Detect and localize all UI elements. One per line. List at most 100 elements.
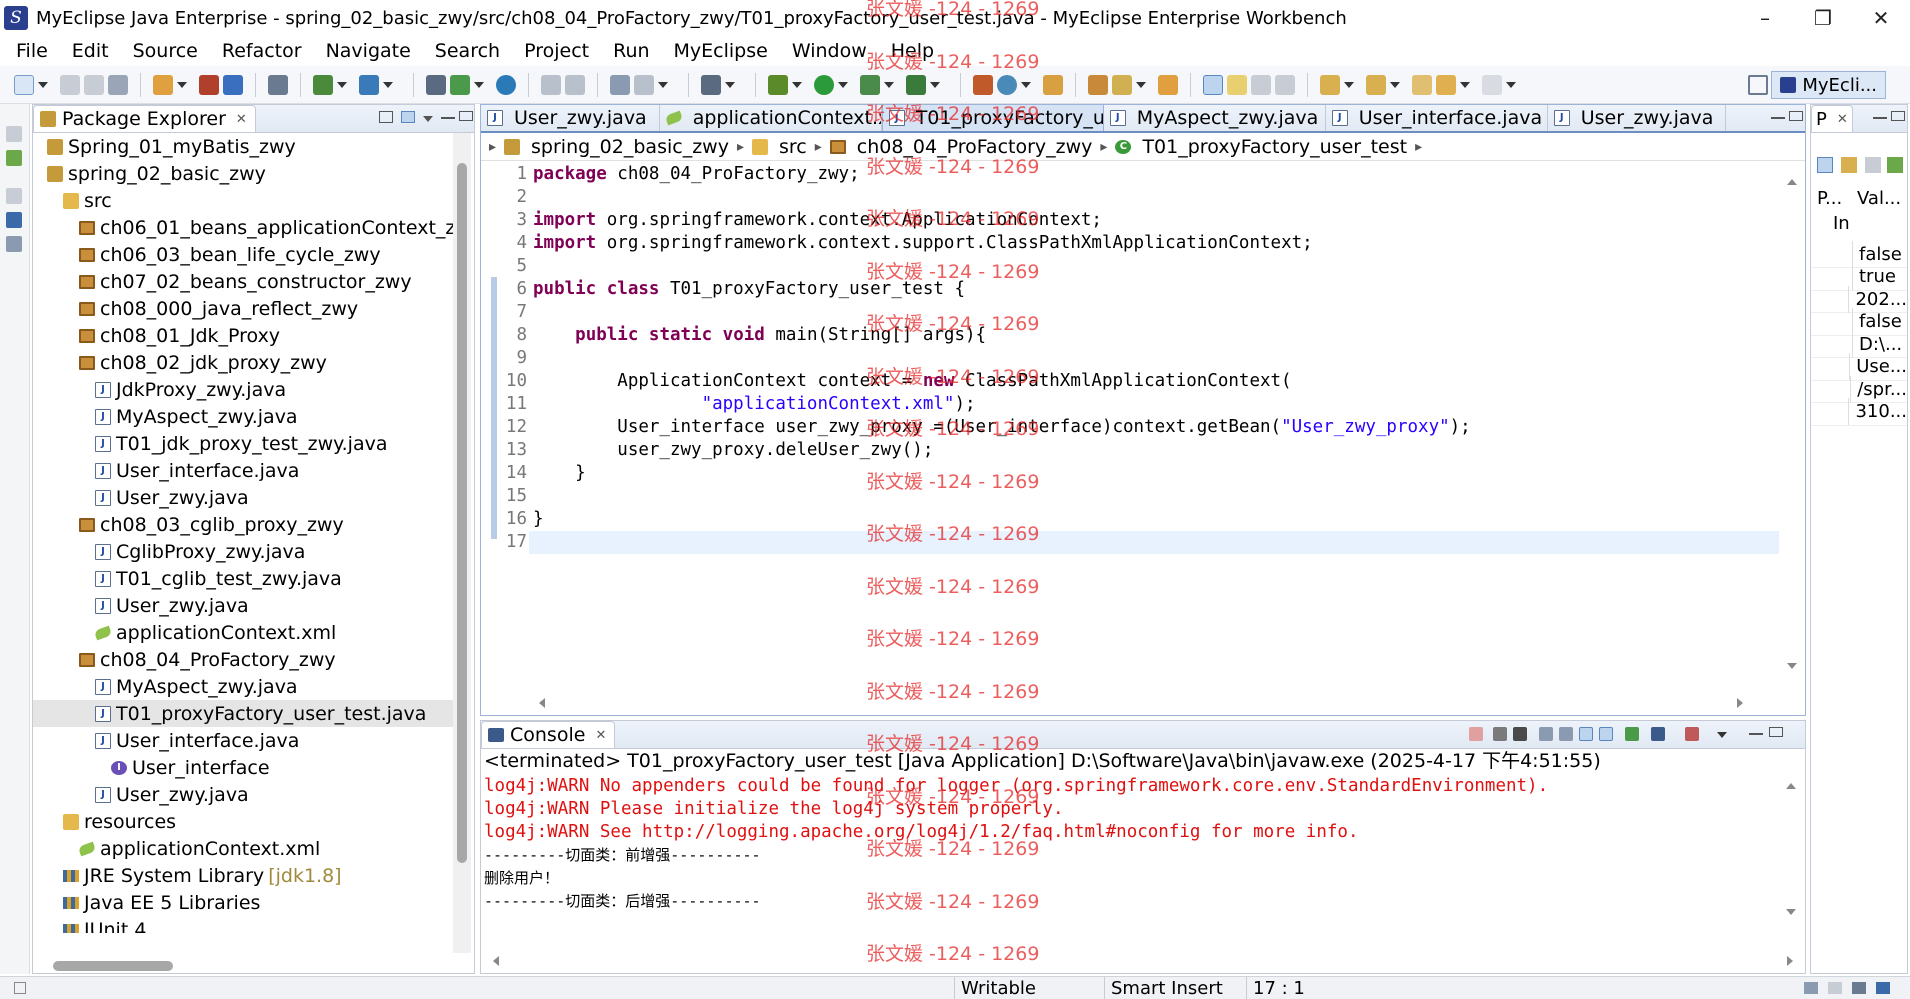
tree-item[interactable]: ch08_04_ProFactory_zwy bbox=[33, 646, 453, 673]
close-window-button[interactable]: ✕ bbox=[1852, 0, 1910, 36]
code-line[interactable]: public static void main(String[] args){ bbox=[529, 324, 1779, 347]
breadcrumb-item[interactable]: ch08_04_ProFactory_zwy bbox=[857, 136, 1093, 158]
editor-tab[interactable]: JT01_proxyFactory_user_✕ bbox=[881, 105, 1104, 131]
editor-horizontal-scrollbar[interactable] bbox=[531, 695, 1751, 711]
tree-item[interactable]: applicationContext.xml bbox=[33, 835, 453, 862]
show-on-stderr-icon[interactable] bbox=[1599, 727, 1613, 741]
tree-item[interactable]: Java EE 5 Libraries bbox=[33, 889, 453, 916]
collapse-all-icon[interactable] bbox=[379, 111, 393, 123]
clean-icon[interactable] bbox=[634, 74, 654, 95]
minimize-editor-icon[interactable] bbox=[1771, 111, 1785, 119]
tree-item[interactable]: J JdkProxy_zwy.java bbox=[33, 376, 453, 403]
minimize-console-icon[interactable] bbox=[1749, 727, 1763, 735]
editor-tab[interactable]: J User_interface.java bbox=[1326, 105, 1548, 131]
outline-icon[interactable] bbox=[6, 212, 22, 228]
code-line[interactable] bbox=[529, 531, 1779, 554]
debug-icon[interactable] bbox=[768, 74, 788, 95]
breadcrumb-item[interactable]: src bbox=[779, 136, 807, 158]
block-select-icon[interactable] bbox=[1251, 74, 1271, 95]
scroll-lock-icon[interactable] bbox=[1559, 727, 1573, 741]
task-list-icon[interactable] bbox=[6, 236, 22, 252]
package-tree-hscrollbar[interactable] bbox=[53, 961, 173, 971]
maximize-view-icon[interactable] bbox=[459, 111, 473, 121]
last-edit-icon[interactable] bbox=[1412, 74, 1432, 95]
tab-console[interactable]: Console ✕ bbox=[481, 721, 616, 748]
console-output[interactable]: log4j:WARN No appenders could be found f… bbox=[481, 775, 1777, 913]
close-icon[interactable]: ✕ bbox=[1837, 112, 1848, 127]
code-line[interactable]: User_interface user_zwy_proxy =(User_int… bbox=[529, 416, 1779, 439]
tree-item[interactable]: spring_02_basic_zwy bbox=[33, 160, 453, 187]
tray-icon[interactable] bbox=[1852, 982, 1866, 994]
code-line[interactable]: package ch08_04_ProFactory_zwy; bbox=[529, 163, 1779, 186]
deploy-dropdown-icon[interactable] bbox=[337, 81, 347, 88]
editor-vertical-scrollbar[interactable] bbox=[1779, 163, 1805, 683]
pen-icon[interactable] bbox=[1112, 74, 1132, 95]
menu-edit[interactable]: Edit bbox=[60, 40, 121, 62]
show-on-stdout-icon[interactable] bbox=[1579, 727, 1593, 741]
build-icon[interactable] bbox=[610, 74, 630, 95]
tree-item[interactable]: J T01_jdk_proxy_test_zwy.java bbox=[33, 430, 453, 457]
tab-package-explorer[interactable]: Package Explorer ✕ bbox=[33, 105, 256, 132]
tab-properties[interactable]: P ✕ bbox=[1811, 105, 1853, 132]
menu-search[interactable]: Search bbox=[423, 40, 512, 62]
tree-item[interactable]: J CglibProxy_zwy.java bbox=[33, 538, 453, 565]
new-icon[interactable] bbox=[14, 74, 34, 95]
minimize-button[interactable]: – bbox=[1736, 0, 1794, 36]
code-line[interactable]: ApplicationContext context = new ClassPa… bbox=[529, 370, 1779, 393]
maximize-button[interactable]: ❐ bbox=[1794, 0, 1852, 36]
open-type-icon[interactable] bbox=[268, 74, 288, 95]
toggle-mark-icon[interactable] bbox=[1203, 74, 1223, 95]
tree-item[interactable]: applicationContext.xml bbox=[33, 619, 453, 646]
tree-item[interactable]: J User_zwy.java bbox=[33, 592, 453, 619]
tree-item[interactable]: ch08_02_jdk_proxy_zwy bbox=[33, 349, 453, 376]
menu-project[interactable]: Project bbox=[512, 40, 601, 62]
back-dropdown-icon[interactable] bbox=[1460, 81, 1470, 88]
close-icon[interactable]: ✕ bbox=[595, 728, 606, 743]
tree-item[interactable]: Spring_01_myBatis_zwy bbox=[33, 133, 453, 160]
tree-item[interactable]: ch08_03_cglib_proxy_zwy bbox=[33, 511, 453, 538]
code-line[interactable] bbox=[529, 347, 1779, 370]
editor-tab[interactable]: J MyAspect_zwy.java bbox=[1104, 105, 1326, 131]
new-dropdown-icon[interactable] bbox=[38, 81, 48, 88]
tray-icon[interactable] bbox=[1804, 982, 1818, 994]
scrollbar-thumb[interactable] bbox=[457, 163, 467, 863]
code-area[interactable]: 1 2 3 4 5 6 7 8 9 10 11 12 13 14 15 16 17 package ch08_0… bbox=[481, 163, 1779, 683]
link-with-editor-icon[interactable] bbox=[401, 111, 415, 123]
save-icon[interactable] bbox=[60, 74, 80, 95]
editor-tab[interactable]: J User_zwy.java bbox=[481, 105, 660, 131]
forward-icon[interactable] bbox=[1482, 74, 1502, 95]
tree-item[interactable]: J User_zwy.java bbox=[33, 484, 453, 511]
pen-dropdown-icon[interactable] bbox=[1136, 81, 1146, 88]
categories-icon[interactable] bbox=[1817, 157, 1833, 173]
restore-icon[interactable] bbox=[6, 126, 22, 142]
code-line[interactable]: user_zwy_proxy.deleUser_zwy(); bbox=[529, 439, 1779, 462]
code-line[interactable]: "applicationContext.xml"); bbox=[529, 393, 1779, 416]
open-folder-icon[interactable] bbox=[1043, 74, 1063, 95]
tree-item[interactable]: J T01_cglib_test_zwy.java bbox=[33, 565, 453, 592]
save-all-icon[interactable] bbox=[84, 74, 104, 95]
property-row[interactable]: 310... bbox=[1811, 398, 1907, 426]
package-tree-scrollbar[interactable] bbox=[453, 133, 471, 953]
search-files-icon[interactable] bbox=[1158, 74, 1178, 95]
editor-tab[interactable]: J User_zwy.java bbox=[1548, 105, 1727, 131]
tree-item[interactable]: JUnit 4 bbox=[33, 916, 453, 933]
tree-item[interactable]: ch06_03_bean_life_cycle_zwy bbox=[33, 241, 453, 268]
forward-dropdown-icon[interactable] bbox=[1506, 81, 1516, 88]
web-icon[interactable] bbox=[450, 74, 470, 95]
breadcrumb-item[interactable]: spring_02_basic_zwy bbox=[531, 136, 729, 158]
back-icon[interactable] bbox=[1436, 74, 1456, 95]
tray-icon[interactable] bbox=[1828, 982, 1842, 994]
web-dropdown-icon[interactable] bbox=[474, 81, 484, 88]
tree-item[interactable]: ch07_02_beans_constructor_zwy bbox=[33, 268, 453, 295]
package-icon[interactable] bbox=[199, 74, 219, 95]
menu-refactor[interactable]: Refactor bbox=[210, 40, 314, 62]
hierarchy-icon[interactable] bbox=[6, 150, 22, 166]
copy-icon[interactable] bbox=[565, 74, 585, 95]
console-vscroll-icon[interactable] bbox=[1781, 775, 1801, 925]
tree-item[interactable]: J T01_proxyFactory_user_test.java bbox=[33, 700, 453, 727]
tree-item[interactable]: ch08_000_java_reflect_zwy bbox=[33, 295, 453, 322]
remove-launch-icon[interactable] bbox=[1493, 727, 1507, 741]
minimize-view-icon[interactable] bbox=[1873, 111, 1887, 119]
deploy-icon[interactable] bbox=[313, 74, 333, 95]
tree-item[interactable]: JRE System Library [jdk1.8] bbox=[33, 862, 453, 889]
